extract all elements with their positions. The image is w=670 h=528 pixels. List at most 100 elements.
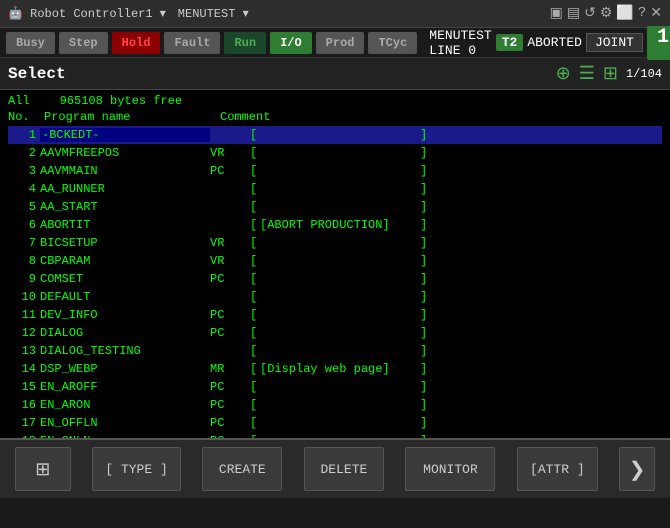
row-type: PC [210,272,250,286]
bracket-open: [ [250,254,260,268]
help-icon[interactable]: ? [638,5,646,22]
program-rows: 1-BCKEDT-[]2AAVMFREEPOSVR[]3AAVMMAINPC[]… [8,126,662,438]
zoom-in-icon[interactable]: ⊕ [556,63,571,85]
row-program-name: DSP_WEBP [40,362,210,376]
busy-button[interactable]: Busy [6,32,55,54]
bracket-open: [ [250,380,260,394]
row-type: VR [210,236,250,250]
program-row[interactable]: 11DEV_INFOPC[] [8,306,662,324]
robot-controller-label: 🤖 Robot Controller1 ▾ [8,6,166,21]
bracket-close: ] [420,362,427,376]
list-view-icon[interactable]: ☰ [579,63,595,85]
grid-button[interactable]: ⊞ [15,447,71,491]
row-program-name: AAVMFREEPOS [40,146,210,160]
bracket-close: ] [420,290,427,304]
type-button[interactable]: [ TYPE ] [92,447,180,491]
program-row[interactable]: 14DSP_WEBPMR[[Display web page]] [8,360,662,378]
row-type: PC [210,380,250,394]
prod-button[interactable]: Prod [316,32,365,54]
keyboard-icon[interactable]: ▤ [567,5,580,22]
program-row[interactable]: 6ABORTIT[[ABORT PRODUCTION]] [8,216,662,234]
bracket-close: ] [420,164,427,178]
program-list[interactable]: All 965108 bytes free No. Program name C… [0,90,670,438]
grid-view-icon[interactable]: ⊞ [603,63,618,85]
program-row[interactable]: 2AAVMFREEPOSVR[] [8,144,662,162]
percent-box: 100 % [647,26,670,60]
select-header: Select ⊕ ☰ ⊞ 1/104 [0,58,670,90]
row-number: 5 [8,200,40,214]
row-type: PC [210,434,250,438]
col-comment-header: Comment [220,110,400,124]
program-row[interactable]: 15EN_AROFFPC[] [8,378,662,396]
bracket-open: [ [250,272,260,286]
program-row[interactable]: 12DIALOGPC[] [8,324,662,342]
program-row[interactable]: 17EN_OFFLNPC[] [8,414,662,432]
row-number: 7 [8,236,40,250]
monitor-button[interactable]: MONITOR [405,447,495,491]
bracket-close: ] [420,182,427,196]
row-program-name: AA_START [40,200,210,214]
next-arrow-button[interactable]: ❯ [619,447,655,491]
row-type: MR [210,362,250,376]
bracket-close: ] [420,254,427,268]
program-row[interactable]: 3AAVMMAINPC[] [8,162,662,180]
percent-value: 100 [657,26,670,49]
col-program-header: Program name [40,110,220,124]
bracket-open: [ [250,200,260,214]
row-number: 10 [8,290,40,304]
program-row[interactable]: 13DIALOG_TESTING[] [8,342,662,360]
calc-icon[interactable]: ▣ [550,5,563,22]
row-program-name: EN_ONLN [40,434,210,438]
program-row[interactable]: 9COMSETPC[] [8,270,662,288]
bracket-close: ] [420,146,427,160]
list-info: All 965108 bytes free [8,94,662,108]
create-button[interactable]: CREATE [202,447,282,491]
select-header-icons: ⊕ ☰ ⊞ 1/104 [556,63,662,85]
bracket-open: [ [250,362,260,376]
run-button[interactable]: Run [224,32,266,54]
row-number: 8 [8,254,40,268]
bracket-open: [ [250,290,260,304]
bracket-close: ] [420,236,427,250]
hold-button[interactable]: Hold [112,32,161,54]
row-program-name: CBPARAM [40,254,210,268]
row-program-name: BICSETUP [40,236,210,250]
program-row[interactable]: 8CBPARAMVR[] [8,252,662,270]
row-comment: [ABORT PRODUCTION] [260,218,420,232]
bracket-open: [ [250,164,260,178]
fault-button[interactable]: Fault [164,32,220,54]
window-icon[interactable]: ⬜ [616,5,633,22]
row-type: PC [210,398,250,412]
select-title: Select [8,65,66,83]
program-row[interactable]: 16EN_ARONPC[] [8,396,662,414]
step-button[interactable]: Step [59,32,108,54]
refresh-icon[interactable]: ↺ [584,5,596,22]
row-program-name: ABORTIT [40,218,210,232]
bracket-open: [ [250,344,260,358]
program-row[interactable]: 5AA_START [] [8,198,662,216]
row-program-name: EN_OFFLN [40,416,210,430]
t2-tag: T2 [496,34,524,51]
row-program-name: EN_AROFF [40,380,210,394]
attr-button[interactable]: [ATTR ] [517,447,598,491]
close-icon[interactable]: ✕ [650,5,662,22]
row-type: VR [210,254,250,268]
settings-icon[interactable]: ⚙ [600,5,613,22]
program-row[interactable]: 4AA_RUNNER[] [8,180,662,198]
row-number: 16 [8,398,40,412]
bracket-open: [ [250,434,260,438]
bracket-open: [ [250,236,260,250]
delete-button[interactable]: DELETE [304,447,384,491]
row-number: 17 [8,416,40,430]
program-row[interactable]: 1-BCKEDT-[] [8,126,662,144]
bracket-close: ] [420,200,427,214]
io-button[interactable]: I/O [270,32,312,54]
aborted-label: ABORTED [527,35,582,50]
program-row[interactable]: 10DEFAULT[] [8,288,662,306]
row-number: 2 [8,146,40,160]
tcyc-button[interactable]: TCyc [368,32,417,54]
bracket-close: ] [420,344,427,358]
row-number: 3 [8,164,40,178]
program-row[interactable]: 7BICSETUPVR[] [8,234,662,252]
row-number: 4 [8,182,40,196]
